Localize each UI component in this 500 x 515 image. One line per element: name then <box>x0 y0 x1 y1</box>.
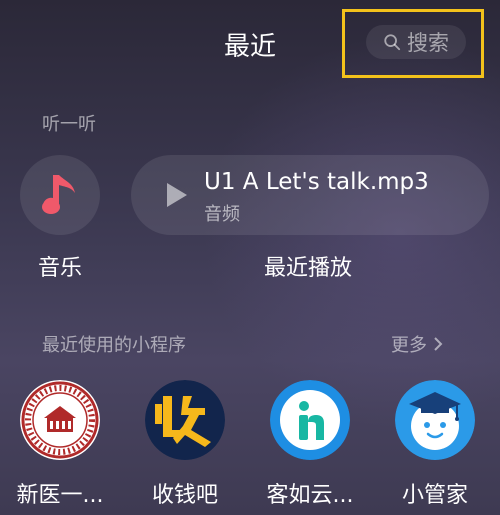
chevron-right-icon <box>434 337 443 351</box>
track-name: U1 A Let's talk.mp3 <box>204 169 429 195</box>
search-icon <box>384 34 401 51</box>
track-type: 音频 <box>204 204 240 225</box>
recent-play-label: 最近播放 <box>264 256 353 281</box>
hospital-seal-icon <box>20 380 100 460</box>
shouqianba-logo-icon <box>145 380 225 460</box>
recent-play-card[interactable]: U1 A Let's talk.mp3 音频 <box>131 155 489 235</box>
mini-program-shouqianba[interactable] <box>145 380 225 460</box>
music-button[interactable] <box>20 155 100 235</box>
mini-program-xinyi[interactable] <box>20 380 100 460</box>
mini-program-label: 小管家 <box>401 483 468 508</box>
search-label: 搜索 <box>407 31 449 55</box>
search-button[interactable]: 搜索 <box>366 25 466 59</box>
mini-program-keruyun[interactable] <box>270 380 350 460</box>
play-icon <box>167 183 187 207</box>
mini-program-label: 客如云... <box>266 483 354 508</box>
mini-program-label: 新医一... <box>16 483 104 508</box>
listen-section-title: 听一听 <box>42 114 96 135</box>
mini-programs-section-title: 最近使用的小程序 <box>42 335 186 356</box>
more-link[interactable]: 更多 <box>391 331 443 357</box>
more-label: 更多 <box>391 335 427 356</box>
graduate-face-icon <box>395 380 475 460</box>
mini-program-label: 收钱吧 <box>151 483 218 508</box>
mini-program-xiaoguanjia[interactable] <box>395 380 475 460</box>
keruyun-logo-icon <box>270 380 350 460</box>
music-label: 音乐 <box>38 256 83 281</box>
music-note-icon <box>42 175 75 214</box>
